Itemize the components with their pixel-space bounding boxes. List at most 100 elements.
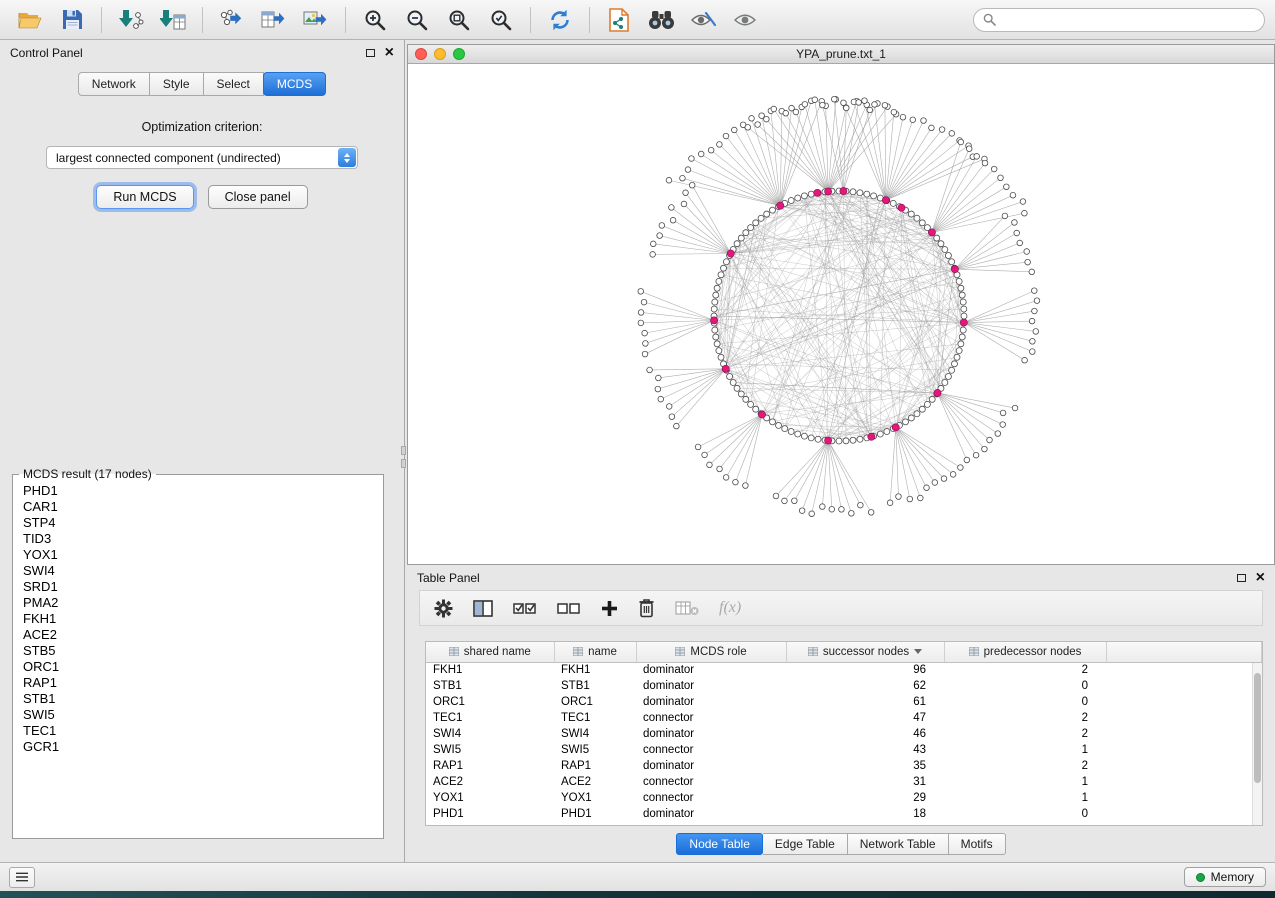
tab-node-table[interactable]: Node Table — [676, 833, 763, 855]
tab-network[interactable]: Network — [78, 72, 150, 96]
table-cell: SWI5 — [426, 742, 554, 758]
float-panel-icon[interactable] — [366, 49, 375, 57]
mcds-result-item[interactable]: CAR1 — [23, 499, 373, 515]
show-columns-button[interactable] — [473, 600, 493, 617]
table-cell: 96 — [786, 662, 944, 678]
mcds-result-item[interactable]: STB1 — [23, 691, 373, 707]
table-cell: 18 — [786, 806, 944, 822]
table-row[interactable]: ACE2ACE2connector311 — [426, 774, 1262, 790]
network-graph[interactable] — [408, 64, 1274, 564]
mcds-result-item[interactable]: SRD1 — [23, 579, 373, 595]
open-file-button[interactable] — [10, 4, 50, 36]
table-cell: SWI4 — [554, 726, 636, 742]
column-header-name[interactable]: name — [554, 642, 636, 662]
toggle-graphics-button[interactable] — [683, 4, 723, 36]
mcds-result-item[interactable]: GCR1 — [23, 739, 373, 755]
export-network-button[interactable] — [212, 4, 252, 36]
scrollbar-thumb[interactable] — [1254, 673, 1261, 783]
maximize-window-icon[interactable] — [453, 48, 465, 60]
export-table-button[interactable] — [254, 4, 294, 36]
mcds-result-item[interactable]: TEC1 — [23, 723, 373, 739]
find-button[interactable] — [641, 4, 681, 36]
sort-chevron-icon — [914, 649, 922, 654]
tab-edge-table[interactable]: Edge Table — [763, 833, 848, 855]
status-menu-button[interactable] — [9, 867, 35, 888]
table-cell: RAP1 — [554, 758, 636, 774]
close-panel-button[interactable]: Close panel — [208, 185, 308, 209]
mcds-result-item[interactable]: PMA2 — [23, 595, 373, 611]
add-column-button[interactable] — [601, 600, 618, 617]
clone-network-button[interactable] — [599, 4, 639, 36]
column-header-successor-nodes[interactable]: successor nodes — [786, 642, 944, 662]
splitter-handle[interactable] — [401, 446, 406, 468]
table-cell: 0 — [944, 806, 1106, 822]
table-cell: connector — [636, 742, 786, 758]
mcds-result-item[interactable]: ORC1 — [23, 659, 373, 675]
tab-select[interactable]: Select — [204, 72, 264, 96]
criterion-select[interactable]: largest connected component (undirected) — [46, 146, 358, 169]
import-network-button[interactable] — [111, 4, 151, 36]
mcds-result-item[interactable]: FKH1 — [23, 611, 373, 627]
import-table-button[interactable] — [153, 4, 193, 36]
table-cell: YOX1 — [554, 790, 636, 806]
tab-motifs[interactable]: Motifs — [949, 833, 1006, 855]
table-cell: connector — [636, 774, 786, 790]
mcds-result-item[interactable]: SWI5 — [23, 707, 373, 723]
memory-button[interactable]: Memory — [1184, 867, 1266, 887]
mcds-result-item[interactable]: YOX1 — [23, 547, 373, 563]
run-mcds-button[interactable]: Run MCDS — [96, 185, 193, 209]
mcds-result-item[interactable]: STB5 — [23, 643, 373, 659]
mcds-result-item[interactable]: TID3 — [23, 531, 373, 547]
float-table-panel-icon[interactable] — [1237, 574, 1246, 582]
table-cell: 43 — [786, 742, 944, 758]
show-graphics-button[interactable] — [725, 4, 765, 36]
mcds-result-item[interactable]: STP4 — [23, 515, 373, 531]
table-row[interactable]: ORC1ORC1dominator610 — [426, 694, 1262, 710]
deselect-all-button[interactable] — [557, 600, 581, 617]
close-window-icon[interactable] — [415, 48, 427, 60]
export-image-button[interactable] — [296, 4, 336, 36]
table-panel-title: Table Panel — [417, 571, 480, 585]
close-panel-icon[interactable]: × — [385, 47, 394, 59]
mcds-result-item[interactable]: PHD1 — [23, 483, 373, 499]
search-input[interactable] — [1002, 12, 1255, 28]
table-row[interactable]: FKH1FKH1dominator962 — [426, 662, 1262, 678]
refresh-button[interactable] — [540, 4, 580, 36]
table-row[interactable]: SWI4SWI4dominator462 — [426, 726, 1262, 742]
table-row[interactable]: RAP1RAP1dominator352 — [426, 758, 1262, 774]
save-button[interactable] — [52, 4, 92, 36]
table-row[interactable]: SWI5SWI5connector431 — [426, 742, 1262, 758]
status-bar: Memory — [0, 862, 1275, 891]
delete-table-button[interactable] — [675, 600, 699, 616]
mcds-result-item[interactable]: ACE2 — [23, 627, 373, 643]
table-row[interactable]: YOX1YOX1connector291 — [426, 790, 1262, 806]
zoom-fit-button[interactable] — [439, 4, 479, 36]
zoom-selected-button[interactable] — [481, 4, 521, 36]
close-table-panel-icon[interactable]: × — [1256, 572, 1265, 584]
select-stepper-icon — [338, 148, 356, 167]
tab-style[interactable]: Style — [150, 72, 204, 96]
column-header-shared-name[interactable]: shared name — [426, 642, 554, 662]
column-sort-icon — [573, 647, 583, 656]
node-table-container: shared name name MCDS role successor nod… — [425, 641, 1263, 826]
mcds-result-item[interactable]: SWI4 — [23, 563, 373, 579]
function-builder-button[interactable]: f(x) — [719, 599, 741, 617]
column-header-predecessor-nodes[interactable]: predecessor nodes — [944, 642, 1106, 662]
table-row[interactable]: STB1STB1dominator620 — [426, 678, 1262, 694]
table-cell-filler — [1106, 742, 1262, 758]
delete-column-button[interactable] — [638, 598, 655, 618]
table-row[interactable]: TEC1TEC1connector472 — [426, 710, 1262, 726]
table-scrollbar[interactable] — [1252, 663, 1262, 825]
zoom-out-button[interactable] — [397, 4, 437, 36]
column-header-mcds-role[interactable]: MCDS role — [636, 642, 786, 662]
tab-network-table[interactable]: Network Table — [848, 833, 949, 855]
zoom-in-button[interactable] — [355, 4, 395, 36]
network-canvas[interactable] — [408, 64, 1274, 564]
minimize-window-icon[interactable] — [434, 48, 446, 60]
table-settings-button[interactable] — [434, 599, 453, 618]
tab-mcds[interactable]: MCDS — [263, 72, 326, 96]
select-all-button[interactable] — [513, 600, 537, 617]
table-row[interactable]: PHD1PHD1dominator180 — [426, 806, 1262, 822]
mcds-result-item[interactable]: RAP1 — [23, 675, 373, 691]
toolbar-separator — [589, 7, 590, 33]
